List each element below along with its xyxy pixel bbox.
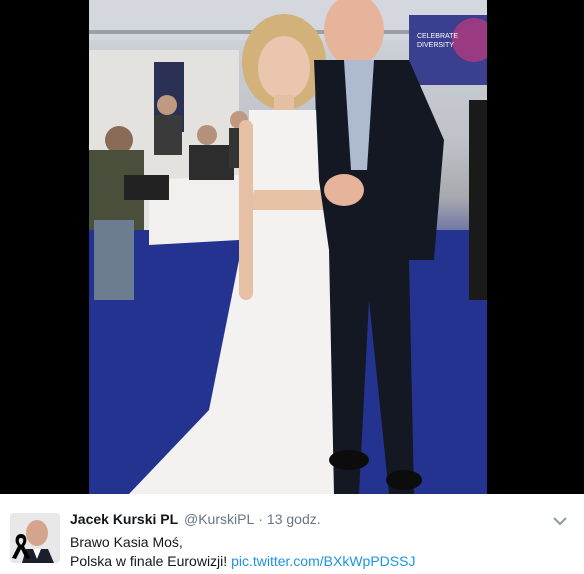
author-name[interactable]: Jacek Kurski PL [70,511,178,527]
photo-illustration: CELEBRATE DIVERSITY [89,0,487,494]
black-ribbon-icon [10,532,32,560]
tweet-media-link[interactable]: pic.twitter.com/BXkWpPDSSJ [231,553,415,569]
tweet: Jacek Kurski PL @KurskiPL · 13 godz. Brawo… [0,494,584,574]
banner-text-2: DIVERSITY [417,42,454,49]
separator-dot: · [258,511,263,527]
tweet-text-line-2-prefix: Polska w finale Eurowizji! [70,553,232,569]
tweet-text-line-2: Polska w finale Eurowizji! pic.twitter.c… [70,553,415,569]
tweet-media-container: CELEBRATE DIVERSITY [0,0,584,494]
tweet-time[interactable]: 13 godz. [267,511,321,527]
author-handle[interactable]: @KurskiPL [184,511,254,527]
author-meta: @KurskiPL · 13 godz. [184,511,321,527]
tweet-photo[interactable]: CELEBRATE DIVERSITY [89,0,487,494]
chevron-down-icon[interactable] [552,514,568,526]
tweet-text-line-1: Brawo Kasia Moś, [70,534,183,550]
banner-text-1: CELEBRATE [417,33,458,40]
